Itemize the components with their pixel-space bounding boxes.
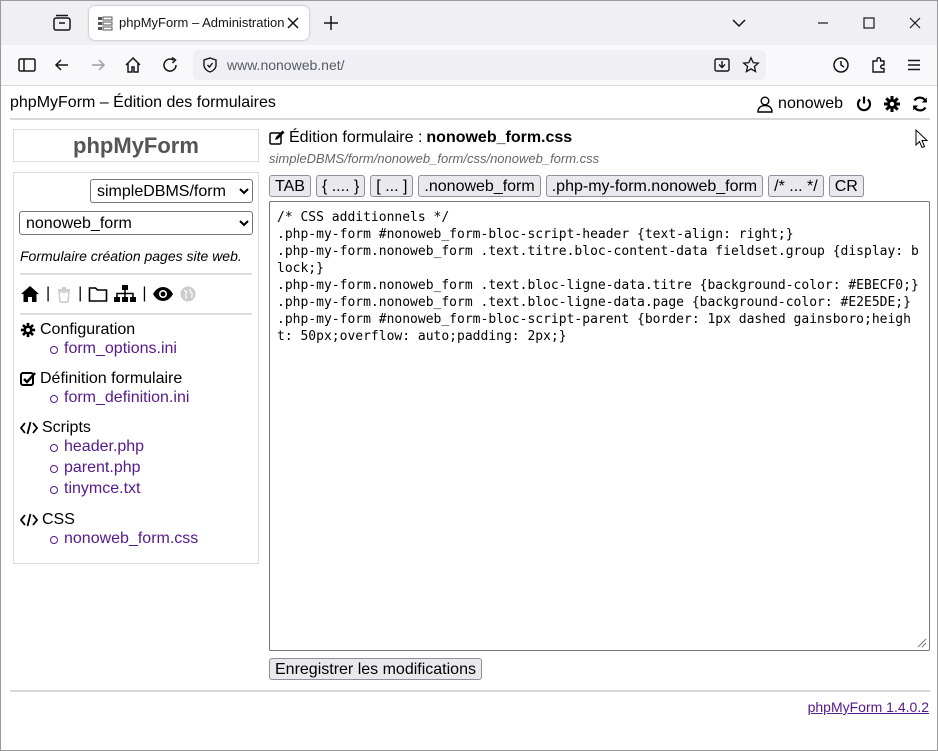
reload-icon[interactable] bbox=[160, 55, 180, 75]
globe-icon bbox=[180, 286, 196, 302]
history-clock-icon[interactable] bbox=[831, 55, 851, 75]
section-header: Scripts bbox=[20, 418, 144, 438]
gear-icon bbox=[20, 322, 36, 338]
insert-full-class-button[interactable]: .php-my-form.nonoweb_form bbox=[545, 175, 764, 197]
address-bar[interactable]: www.nonoweb.net/ bbox=[193, 50, 766, 80]
save-button[interactable]: Enregistrer les modifications bbox=[269, 658, 482, 680]
file-link[interactable]: nonoweb_form.css bbox=[50, 530, 198, 551]
file-link[interactable]: form_definition.ini bbox=[50, 389, 189, 410]
section-css: CSS nonoweb_form.css bbox=[20, 510, 198, 551]
new-tab-icon[interactable] bbox=[321, 13, 341, 33]
tab-manager-icon[interactable] bbox=[51, 12, 73, 34]
username[interactable]: nonoweb bbox=[778, 95, 843, 113]
tab-title: phpMyForm – Administration bbox=[119, 15, 285, 30]
logout-power-icon[interactable] bbox=[855, 95, 873, 113]
refresh-icon[interactable] bbox=[911, 95, 929, 113]
file-link[interactable]: parent.php bbox=[50, 459, 144, 480]
home-icon[interactable] bbox=[20, 285, 40, 303]
css-editor-textarea[interactable]: /* CSS additionnels */ .php-my-form #non… bbox=[269, 201, 930, 651]
eye-icon[interactable] bbox=[152, 286, 174, 302]
section-form-definition: Définition formulaire form_definition.in… bbox=[20, 369, 189, 410]
folder-icon[interactable] bbox=[88, 285, 108, 303]
insert-tab-button[interactable]: TAB bbox=[269, 175, 311, 197]
form-description: Formulaire création pages site web. bbox=[20, 248, 242, 264]
section-header: CSS bbox=[20, 510, 198, 530]
home-icon[interactable] bbox=[123, 55, 143, 75]
toolbar-separator: | bbox=[46, 285, 51, 302]
user-toolbar: nonoweb bbox=[756, 94, 929, 114]
insert-toolbar: TAB { .... } [ ... ] .nonoweb_form .php-… bbox=[269, 175, 864, 197]
extensions-puzzle-icon[interactable] bbox=[869, 55, 889, 75]
url-text: www.nonoweb.net/ bbox=[227, 57, 345, 73]
editor-title-file: nonoweb_form.css bbox=[426, 129, 573, 146]
sidebar-divider bbox=[20, 313, 252, 315]
file-path: simpleDBMS/form/nonoweb_form/css/nonoweb… bbox=[269, 151, 600, 166]
code-icon bbox=[20, 421, 38, 435]
editor-header: Édition formulaire : nonoweb_form.css si… bbox=[269, 129, 599, 166]
code-icon bbox=[20, 513, 38, 527]
shield-icon[interactable] bbox=[201, 56, 219, 74]
section-label: CSS bbox=[42, 511, 75, 528]
sidebar-divider bbox=[20, 273, 252, 275]
trash-icon bbox=[56, 285, 72, 303]
close-window-icon[interactable] bbox=[905, 13, 925, 33]
editor-title: Édition formulaire : nonoweb_form.css bbox=[269, 129, 599, 147]
insert-brackets-button[interactable]: [ ... ] bbox=[370, 175, 414, 197]
section-header: Définition formulaire bbox=[20, 369, 189, 389]
maximize-icon[interactable] bbox=[859, 13, 879, 33]
minimize-icon[interactable] bbox=[813, 13, 833, 33]
section-scripts: Scripts header.php parent.php tinymce.tx… bbox=[20, 418, 144, 501]
close-tab-icon[interactable] bbox=[285, 15, 301, 31]
section-label: Scripts bbox=[42, 419, 91, 436]
footer-divider bbox=[10, 690, 930, 692]
file-link[interactable]: header.php bbox=[50, 438, 144, 459]
checkbox-icon bbox=[20, 371, 36, 387]
menu-hamburger-icon[interactable] bbox=[904, 55, 924, 75]
toolbar-separator: | bbox=[78, 285, 83, 302]
page-content: phpMyForm – Édition des formulaires nono… bbox=[1, 86, 937, 750]
back-arrow-icon[interactable] bbox=[52, 55, 72, 75]
insert-braces-button[interactable]: { .... } bbox=[315, 175, 366, 197]
mouse-cursor-icon bbox=[915, 129, 929, 149]
browser-window: phpMyForm – Administration www.nonoweb.n… bbox=[0, 0, 938, 751]
forward-arrow-icon[interactable] bbox=[88, 55, 108, 75]
toolbar-separator: | bbox=[142, 285, 147, 302]
version-link[interactable]: phpMyForm 1.4.0.2 bbox=[808, 699, 929, 715]
section-header: Configuration bbox=[20, 320, 177, 340]
file-link[interactable]: form_options.ini bbox=[50, 340, 177, 361]
settings-gear-icon[interactable] bbox=[883, 95, 901, 113]
form-select[interactable]: nonoweb_form bbox=[19, 211, 253, 235]
browser-tab[interactable]: phpMyForm – Administration bbox=[89, 6, 309, 40]
sitemap-icon[interactable] bbox=[114, 285, 137, 303]
insert-cr-button[interactable]: CR bbox=[828, 175, 864, 197]
editor-title-prefix: Édition formulaire : bbox=[289, 129, 423, 146]
download-page-icon[interactable] bbox=[713, 56, 731, 74]
list-tabs-chevron-icon[interactable] bbox=[729, 13, 749, 33]
app-title: phpMyForm – Édition des formulaires bbox=[10, 94, 276, 111]
tab-bar: phpMyForm – Administration bbox=[1, 1, 937, 45]
sidebar-toolbar: | | | bbox=[20, 283, 196, 305]
sidebar: simpleDBMS/form nonoweb_form Formulaire … bbox=[13, 172, 259, 564]
section-label: Configuration bbox=[40, 321, 136, 338]
navigation-bar: www.nonoweb.net/ bbox=[1, 45, 937, 86]
edit-pencil-icon bbox=[269, 130, 285, 146]
app-logo[interactable]: phpMyForm bbox=[13, 129, 259, 162]
section-label: Définition formulaire bbox=[40, 370, 183, 387]
file-link[interactable]: tinymce.txt bbox=[50, 480, 144, 501]
header-divider bbox=[10, 118, 930, 120]
resize-handle-icon[interactable] bbox=[915, 636, 927, 648]
section-configuration: Configuration form_options.ini bbox=[20, 320, 177, 361]
database-select[interactable]: simpleDBMS/form bbox=[90, 179, 253, 203]
sidebar-toggle-icon[interactable] bbox=[17, 55, 37, 75]
form-favicon-icon bbox=[97, 15, 113, 31]
insert-form-class-button[interactable]: .nonoweb_form bbox=[418, 175, 541, 197]
editor-content[interactable]: /* CSS additionnels */ .php-my-form #non… bbox=[277, 209, 922, 345]
insert-comment-button[interactable]: /* ... */ bbox=[768, 175, 824, 197]
bookmark-star-icon[interactable] bbox=[742, 56, 760, 74]
user-icon[interactable] bbox=[756, 95, 774, 113]
